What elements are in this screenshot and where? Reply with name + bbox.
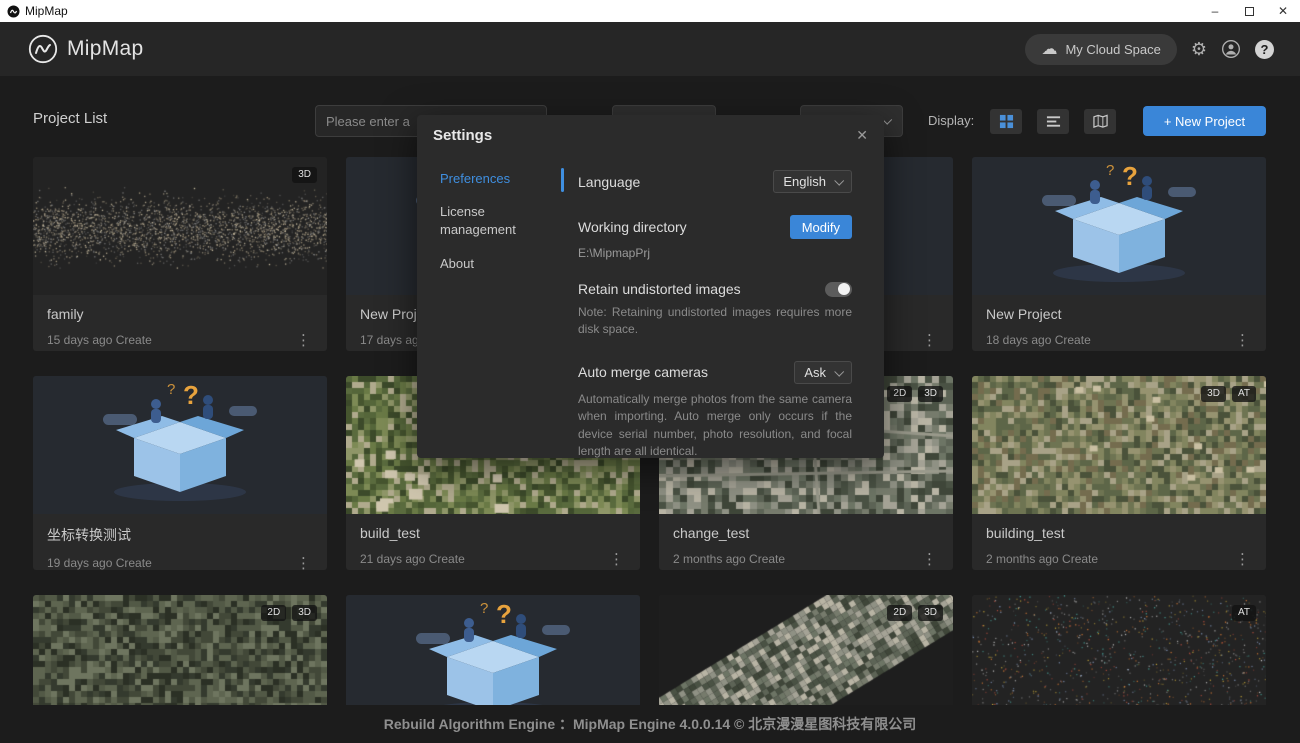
project-name: 坐标转换测试 — [47, 525, 313, 545]
chevron-down-icon — [834, 367, 844, 377]
project-name: New Project — [986, 306, 1252, 322]
working-directory-value: E:\MipmapPrj — [578, 246, 852, 260]
project-name: building_test — [986, 525, 1252, 541]
kebab-menu-icon[interactable]: ⋮ — [294, 554, 313, 570]
project-thumbnail: 3D — [33, 157, 327, 295]
language-select[interactable]: English — [773, 170, 852, 193]
badge-2d: 2D — [887, 386, 912, 402]
project-name: build_test — [360, 525, 626, 541]
settings-tab-preferences[interactable]: Preferences — [440, 170, 562, 188]
settings-tab-about[interactable]: About — [440, 255, 562, 273]
kebab-menu-icon[interactable]: ⋮ — [607, 550, 626, 568]
display-label: Display: — [928, 113, 974, 128]
cloud-icon: ☁ — [1041, 39, 1057, 59]
window-title: MipMap — [25, 4, 68, 18]
grid-view-button[interactable] — [990, 109, 1022, 134]
project-meta: 2 months ago Create — [673, 552, 785, 566]
project-meta: 15 days ago Create — [47, 333, 152, 347]
grid-icon — [999, 114, 1014, 129]
settings-title: Settings — [433, 127, 492, 144]
badge-3d: 3D — [918, 386, 943, 402]
project-card-family[interactable]: 3D family 15 days ago Create ⋮ — [33, 157, 327, 351]
os-titlebar: MipMap – ✕ — [0, 0, 1300, 22]
badge-at: AT — [1232, 605, 1256, 621]
project-thumbnail: 3D AT — [972, 376, 1266, 514]
kebab-menu-icon[interactable]: ⋮ — [1233, 550, 1252, 568]
project-card-coordinate-test[interactable]: 坐标转换测试 19 days ago Create ⋮ — [33, 376, 327, 570]
retain-undistorted-toggle[interactable] — [825, 282, 852, 297]
project-meta: 21 days ago Create — [360, 552, 465, 566]
app-icon — [7, 5, 20, 18]
new-project-button[interactable]: + New Project — [1143, 106, 1266, 136]
project-name: change_test — [673, 525, 939, 541]
project-thumbnail — [972, 157, 1266, 295]
settings-gear-icon[interactable]: ⚙ — [1191, 39, 1207, 60]
badge-3d: 3D — [292, 605, 317, 621]
placeholder-illustration — [33, 376, 327, 514]
kebab-menu-icon[interactable]: ⋮ — [1233, 331, 1252, 349]
project-meta: 2 months ago Create — [986, 552, 1098, 566]
settings-nav: Preferences License management About — [440, 170, 562, 460]
maximize-button[interactable] — [1232, 0, 1266, 22]
project-meta: 18 days ago Create — [986, 333, 1091, 347]
project-name: family — [47, 306, 313, 322]
chevron-down-icon — [834, 176, 844, 186]
badge-3d: 3D — [918, 605, 943, 621]
maximize-icon — [1245, 7, 1254, 16]
kebab-menu-icon[interactable]: ⋮ — [294, 331, 313, 349]
map-view-button[interactable] — [1084, 109, 1116, 134]
list-view-button[interactable] — [1037, 109, 1069, 134]
minimize-button[interactable]: – — [1198, 0, 1232, 22]
badge-2d: 2D — [887, 605, 912, 621]
retain-note: Note: Retaining undistorted images requi… — [578, 304, 852, 339]
language-value: English — [783, 174, 826, 189]
modify-button[interactable]: Modify — [790, 215, 852, 239]
close-window-button[interactable]: ✕ — [1266, 0, 1300, 22]
footer: Rebuild Algorithm Engine ：MipMap Engine … — [0, 705, 1300, 743]
app-header: MipMap ☁ My Cloud Space ⚙ ? — [0, 22, 1300, 76]
settings-tab-license[interactable]: License management — [440, 203, 562, 239]
map-icon — [1093, 114, 1108, 129]
placeholder-illustration — [972, 157, 1266, 295]
user-avatar-icon[interactable] — [1221, 39, 1241, 59]
list-icon — [1046, 114, 1061, 129]
project-card-new-project-2[interactable]: New Project 18 days ago Create ⋮ — [972, 157, 1266, 351]
working-directory-label: Working directory — [578, 219, 687, 235]
badge-3d: 3D — [292, 167, 317, 183]
badge-at: AT — [1232, 386, 1256, 402]
language-label: Language — [578, 174, 640, 190]
cloud-space-button[interactable]: ☁ My Cloud Space — [1025, 34, 1176, 65]
settings-dialog: Settings ✕ Preferences License managemen… — [417, 115, 884, 458]
help-button[interactable]: ? — [1255, 40, 1274, 59]
close-icon[interactable]: ✕ — [856, 127, 868, 144]
kebab-menu-icon[interactable]: ⋮ — [920, 331, 939, 349]
cloud-space-label: My Cloud Space — [1065, 42, 1160, 57]
project-thumbnail — [33, 376, 327, 514]
project-card-building-test[interactable]: 3D AT building_test 2 months ago Create ⋮ — [972, 376, 1266, 570]
retain-undistorted-label: Retain undistorted images — [578, 281, 741, 297]
project-meta: 19 days ago Create — [47, 556, 152, 570]
settings-content: Language English Working directory Modif… — [578, 170, 852, 460]
badge-3d: 3D — [1201, 386, 1226, 402]
auto-merge-select[interactable]: Ask — [794, 361, 852, 384]
engine-version-text: Rebuild Algorithm Engine ：MipMap Engine … — [384, 714, 917, 734]
badge-2d: 2D — [261, 605, 286, 621]
toggle-knob — [838, 283, 850, 295]
auto-merge-description: Automatically merge photos from the same… — [578, 391, 852, 461]
auto-merge-value: Ask — [804, 365, 826, 380]
auto-merge-label: Auto merge cameras — [578, 364, 708, 380]
brand-logo-icon — [28, 34, 58, 64]
kebab-menu-icon[interactable]: ⋮ — [920, 550, 939, 568]
brand-name: MipMap — [67, 37, 144, 61]
page-title: Project List — [33, 110, 107, 127]
